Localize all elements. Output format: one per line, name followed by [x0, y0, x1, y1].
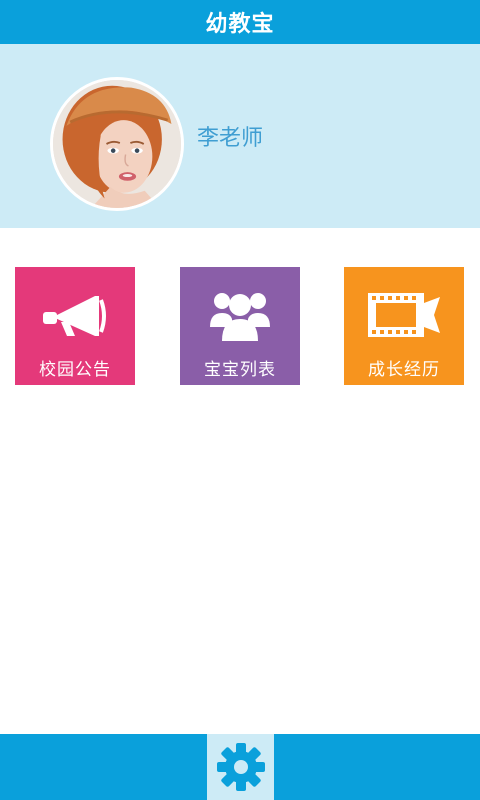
bottom-bar: [0, 734, 480, 800]
avatar[interactable]: [50, 77, 184, 211]
settings-button[interactable]: [207, 734, 274, 800]
gear-icon: [216, 743, 265, 791]
tile-baby-list[interactable]: 宝宝列表: [180, 267, 300, 385]
teacher-name: 李老师: [197, 126, 264, 151]
tile-school-notice[interactable]: 校园公告: [15, 267, 135, 385]
app-title: 幼教宝: [205, 12, 275, 37]
tile-label: 校园公告: [39, 360, 111, 380]
teacher-avatar-image: [53, 80, 181, 208]
tile-growth-history[interactable]: 成长经历: [344, 267, 464, 385]
profile-header: 李老师: [0, 44, 480, 228]
tile-label: 宝宝列表: [204, 360, 276, 380]
megaphone-icon: [41, 285, 109, 345]
group-icon: [208, 285, 272, 345]
film-strip-icon: [366, 285, 442, 345]
title-bar: 幼教宝: [0, 0, 480, 44]
feature-tiles: 校园公告 宝宝列表 成长经历: [0, 267, 480, 385]
tile-label: 成长经历: [368, 360, 440, 380]
